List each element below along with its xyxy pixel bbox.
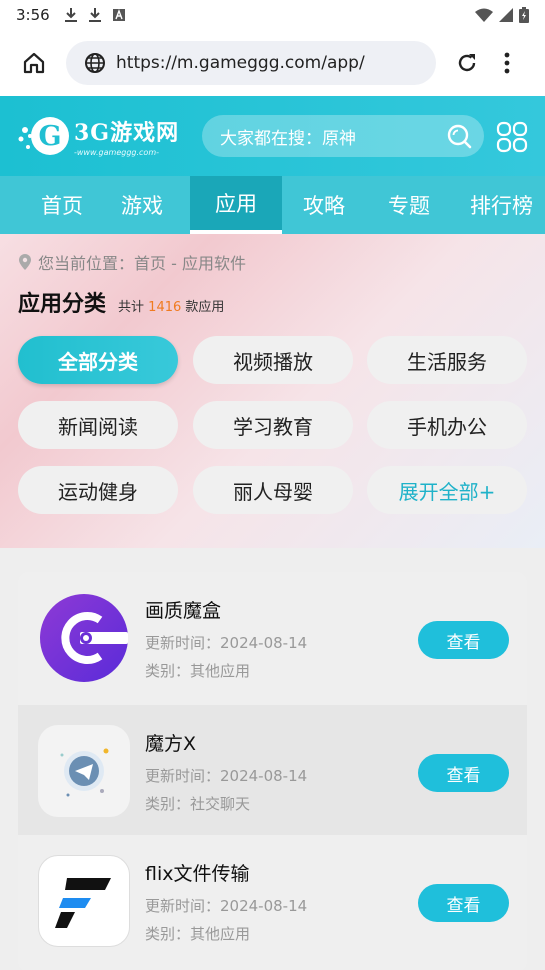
battery-icon (519, 7, 529, 23)
category-fitness-button[interactable]: 运动健身 (18, 466, 178, 514)
tab-rankings[interactable]: 排行榜 (452, 176, 545, 234)
category-news-button[interactable]: 新闻阅读 (18, 401, 178, 449)
app-count-suffix: 款应用 (185, 300, 225, 315)
download-icon (88, 8, 101, 22)
logo-mark-icon: G (16, 112, 72, 160)
app-category: 类别：社交聊天 (145, 795, 251, 813)
list-item[interactable]: flix文件传输 更新时间：2024-08-14 类别：其他应用 查看 (18, 835, 527, 965)
app-category: 类别：其他应用 (145, 662, 251, 680)
app-category: 类别：其他应用 (145, 925, 251, 943)
tab-apps[interactable]: 应用 (190, 176, 282, 234)
address-bar[interactable]: https://m.gameggg.com/app/ (66, 41, 436, 85)
more-vert-icon (504, 52, 510, 74)
app-count-prefix: 共计 (118, 300, 145, 315)
category-all-button[interactable]: 全部分类 (18, 336, 178, 384)
expand-all-button[interactable]: 展开全部+ (367, 466, 527, 514)
home-icon (23, 52, 45, 74)
list-item[interactable]: 画质魔盒 更新时间：2024-08-14 类别：其他应用 查看 (18, 572, 527, 702)
browser-menu-button[interactable] (500, 48, 514, 78)
category-grid-icon[interactable] (496, 121, 528, 153)
main-nav: 首页 游戏 应用 攻略 专题 排行榜 (0, 176, 545, 234)
app-notification-icon (112, 9, 125, 21)
url-text: https://m.gameggg.com/app/ (116, 53, 365, 73)
app-icon-huazhi (38, 592, 130, 684)
status-time: 3:56 (16, 6, 50, 24)
app-icon-flix (38, 855, 130, 947)
logo-title: 3G游戏网 (74, 120, 180, 146)
category-beauty-button[interactable]: 丽人母婴 (193, 466, 353, 514)
app-name[interactable]: flix文件传输 (145, 859, 250, 886)
browser-toolbar: https://m.gameggg.com/app/ (0, 30, 545, 96)
reload-icon (458, 54, 476, 72)
app-list: 画质魔盒 更新时间：2024-08-14 类别：其他应用 查看 魔方X 更新时间… (18, 572, 527, 970)
app-icon-mofang (38, 725, 130, 817)
download-icon (64, 8, 77, 22)
app-update-date: 更新时间：2024-08-14 (145, 634, 308, 652)
app-name[interactable]: 魔方X (145, 729, 196, 756)
category-office-button[interactable]: 手机办公 (367, 401, 527, 449)
view-button[interactable]: 查看 (418, 754, 509, 792)
status-system-icons (475, 7, 529, 23)
app-count: 共计 1416 款应用 (118, 296, 224, 315)
home-button[interactable] (16, 45, 52, 81)
category-life-button[interactable]: 生活服务 (367, 336, 527, 384)
svg-text:G: G (38, 121, 61, 152)
category-heading: 应用分类 共计 1416 款应用 (18, 286, 224, 320)
page-title: 应用分类 (18, 286, 127, 320)
category-section: 您当前位置：首页 - 应用软件 应用分类 共计 1416 款应用 全部分类 视频… (0, 234, 545, 548)
reload-button[interactable] (452, 48, 482, 78)
view-button[interactable]: 查看 (418, 621, 509, 659)
breadcrumb: 您当前位置：首页 - 应用软件 (18, 250, 246, 274)
breadcrumb-text: 您当前位置：首页 - 应用软件 (38, 254, 246, 273)
app-name[interactable]: 画质魔盒 (145, 596, 221, 623)
status-notifications (64, 7, 126, 23)
tab-games[interactable]: 游戏 (94, 176, 190, 234)
signal-icon (499, 8, 513, 22)
tab-home[interactable]: 首页 (30, 176, 94, 234)
app-update-date: 更新时间：2024-08-14 (145, 897, 308, 915)
search-icon[interactable] (446, 123, 472, 149)
app-count-number: 1416 (148, 300, 182, 315)
search-placeholder: 大家都在搜：原神 (220, 128, 356, 149)
wifi-icon (475, 8, 493, 22)
category-education-button[interactable]: 学习教育 (193, 401, 353, 449)
location-pin-icon (19, 254, 31, 270)
view-button[interactable]: 查看 (418, 884, 509, 922)
app-update-date: 更新时间：2024-08-14 (145, 767, 308, 785)
site-header: G 3G游戏网 -www.gameggg.com- 大家都在搜：原神 (0, 96, 545, 176)
tab-topics[interactable]: 专题 (366, 176, 452, 234)
site-logo[interactable]: G 3G游戏网 -www.gameggg.com- (16, 112, 179, 160)
site-search-input[interactable]: 大家都在搜：原神 (202, 115, 484, 157)
logo-subtitle: -www.gameggg.com- (74, 148, 159, 157)
globe-icon (85, 53, 105, 73)
status-bar: 3:56 (0, 0, 545, 30)
list-item[interactable]: 魔方X 更新时间：2024-08-14 类别：社交聊天 查看 (18, 705, 527, 835)
category-video-button[interactable]: 视频播放 (193, 336, 353, 384)
tab-guides[interactable]: 攻略 (282, 176, 366, 234)
